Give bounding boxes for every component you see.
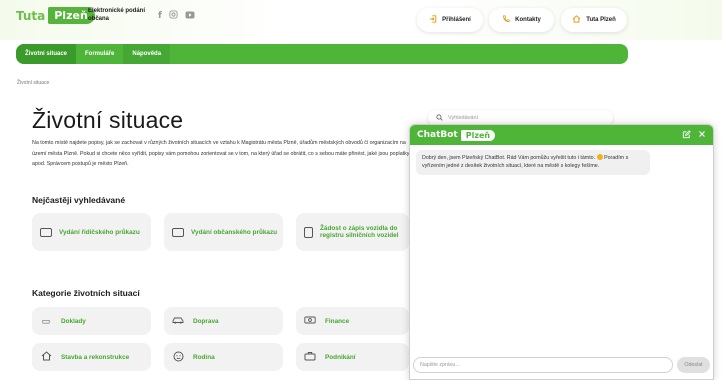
logo-tuta: Tuta — [16, 8, 46, 23]
frequent-card-driving-license[interactable]: Vydání řidičského průkazu — [32, 213, 151, 251]
id-card-icon: ▭ — [41, 315, 51, 326]
chat-input-placeholder: Napište zprávu... — [420, 362, 460, 368]
phone-icon — [502, 15, 510, 25]
family-icon — [172, 351, 184, 364]
category-stavba[interactable]: Stavba a rekonstrukce — [32, 343, 151, 371]
send-button[interactable]: Odeslat — [677, 357, 710, 373]
home-label: Tuta Plzeň — [586, 17, 616, 23]
category-label: Stavba a rekonstrukce — [61, 353, 130, 361]
logo[interactable]: Tuta Plzeň — [16, 7, 95, 24]
document-icon — [304, 226, 313, 238]
money-icon — [304, 316, 316, 326]
car-icon — [172, 316, 184, 326]
main-nav: Životní situace Formuláře Nápověda — [16, 44, 628, 64]
smiley-icon — [596, 154, 603, 160]
page: Tuta Plzeň Elektronické podání občana f … — [0, 0, 722, 380]
category-label: Podnikání — [325, 353, 356, 361]
breadcrumb[interactable]: Životní situace — [17, 80, 49, 86]
frequent-card-label: Vydání občanského průkazu — [191, 228, 278, 236]
chatbot-header: ChatBot Plzeň — [410, 125, 713, 145]
frequent-card-vehicle-registration[interactable]: Žádost o zápis vozidla do registru silni… — [296, 213, 409, 251]
home-button[interactable]: Tuta Plzeň — [561, 8, 627, 32]
nav-item-napoveda[interactable]: Nápověda — [123, 44, 171, 64]
category-label: Doklady — [61, 317, 86, 325]
edit-icon[interactable] — [682, 129, 691, 141]
category-doklady[interactable]: ▭ Doklady — [32, 307, 151, 335]
chatbot-title-badge: Plzeň — [460, 129, 496, 141]
frequent-title: Nejčastěji vyhledávané — [32, 195, 126, 205]
category-label: Finance — [325, 317, 350, 325]
facebook-icon[interactable]: f — [158, 11, 162, 21]
chatbot-message: Dobrý den, jsem Plzeňský ChatBot. Rád Vá… — [416, 150, 650, 175]
frequent-card-id-card[interactable]: Vydání občanského průkazu — [164, 213, 283, 251]
nav-item-zivotni-situace[interactable]: Životní situace — [16, 44, 77, 64]
driving-license-icon — [40, 227, 52, 237]
login-button[interactable]: Přihlášení — [417, 8, 483, 32]
categories-title: Kategorie životních situací — [32, 288, 140, 298]
logo-subtitle: Elektronické podání občana — [88, 8, 146, 22]
id-card-icon — [172, 227, 184, 237]
chat-message-input[interactable]: Napište zprávu... — [413, 357, 673, 373]
youtube-icon[interactable] — [185, 11, 195, 21]
category-label: Rodina — [193, 353, 215, 361]
close-icon[interactable] — [698, 130, 706, 141]
frequent-card-label: Vydání řidičského průkazu — [59, 228, 140, 236]
house-icon — [40, 351, 52, 363]
category-finance[interactable]: Finance — [296, 307, 409, 335]
category-doprava[interactable]: Doprava — [164, 307, 283, 335]
home-icon — [572, 15, 581, 25]
briefcase-icon — [304, 351, 316, 363]
contacts-button[interactable]: Kontakty — [489, 8, 554, 32]
category-rodina[interactable]: Rodina — [164, 343, 283, 371]
contacts-label: Kontakty — [515, 17, 541, 23]
category-podnikani[interactable]: Podnikání — [296, 343, 409, 371]
frequent-card-label: Žádost o zápis vozidla do registru silni… — [320, 225, 399, 239]
login-label: Přihlášení — [442, 17, 471, 23]
social-links: f — [158, 10, 195, 21]
search-icon — [436, 113, 443, 123]
chatbot-title: ChatBot — [417, 130, 458, 140]
nav-item-formulare[interactable]: Formuláře — [76, 44, 123, 64]
intro-text: Na tomto místě najdete popisy, jak se za… — [32, 140, 410, 167]
login-icon — [429, 15, 437, 25]
search-placeholder: Vyhledávání — [448, 115, 479, 121]
chatbot-window: ChatBot Plzeň Dobrý den, jsem Plzeňský C… — [409, 124, 714, 380]
chatbot-message-text: Dobrý den, jsem Plzeňský ChatBot. Rád Vá… — [422, 155, 596, 161]
instagram-icon[interactable] — [169, 10, 178, 21]
page-title: Životní situace — [32, 107, 184, 133]
category-label: Doprava — [193, 317, 219, 325]
